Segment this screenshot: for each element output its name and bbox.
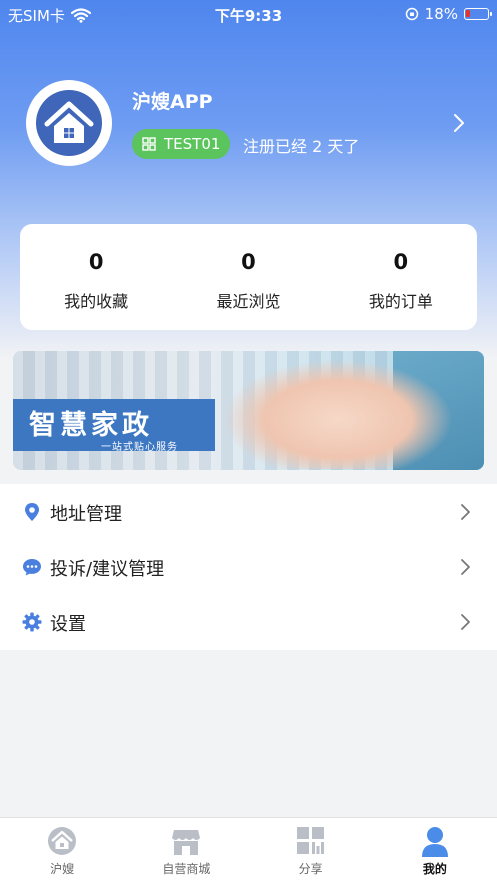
banner-subtitle: 一站式贴心服务 — [101, 442, 178, 453]
stats-card: 0 我的收藏 0 最近浏览 0 我的订单 — [20, 224, 477, 330]
menu-item-settings[interactable]: 设置 — [0, 594, 497, 649]
user-code: TEST01 — [164, 135, 221, 153]
tab-label: 沪嫂 — [50, 862, 75, 876]
menu-label: 投诉/建议管理 — [50, 559, 165, 580]
grid-icon — [142, 137, 156, 151]
profile-chevron-right-icon[interactable] — [452, 113, 466, 133]
battery-level — [466, 10, 470, 17]
status-bar: 无SIM卡 下午9:33 18% — [0, 0, 497, 28]
menu-label: 地址管理 — [50, 504, 122, 525]
stat-value: 0 — [393, 250, 409, 274]
battery-percent: 18% — [424, 5, 458, 23]
status-right: 18% — [405, 5, 492, 23]
settings-menu: 地址管理 投诉/建议管理 设置 — [0, 484, 497, 650]
user-code-badge: TEST01 — [132, 129, 231, 159]
chevron-right-icon — [461, 559, 470, 575]
avatar[interactable] — [26, 80, 112, 166]
tab-home[interactable]: 沪嫂 — [0, 818, 124, 883]
person-icon — [421, 827, 448, 857]
banner-title: 智慧家政 — [29, 410, 153, 441]
stat-value: 0 — [88, 250, 104, 274]
menu-item-complaints[interactable]: 投诉/建议管理 — [0, 539, 497, 594]
registration-text: 注册已经 2 天了 — [243, 137, 360, 156]
tab-label: 分享 — [298, 862, 323, 876]
orientation-lock-icon — [405, 7, 418, 21]
promo-banner[interactable]: 智慧家政 一站式贴心服务 — [13, 351, 484, 470]
profile-name: 沪嫂APP — [132, 91, 213, 113]
stat-value: 0 — [241, 250, 256, 274]
stat-label: 最近浏览 — [216, 292, 281, 311]
location-pin-icon — [25, 503, 39, 521]
chevron-right-icon — [461, 504, 470, 520]
banner-hands-image — [223, 359, 453, 469]
menu-label: 设置 — [50, 614, 86, 635]
app-logo-icon — [36, 90, 102, 156]
stat-label: 我的收藏 — [64, 292, 129, 311]
stat-favorites[interactable]: 0 我的收藏 — [20, 224, 172, 330]
grid-icon — [296, 827, 324, 854]
stat-recent[interactable]: 0 最近浏览 — [172, 224, 324, 330]
menu-item-address[interactable]: 地址管理 — [0, 484, 497, 539]
tab-mine[interactable]: 我的 — [373, 818, 497, 883]
stat-label: 我的订单 — [368, 292, 433, 311]
gear-icon — [22, 612, 42, 632]
tab-store[interactable]: 自营商城 — [124, 818, 248, 883]
battery-icon — [464, 8, 492, 20]
chevron-right-icon — [461, 614, 470, 630]
stat-orders[interactable]: 0 我的订单 — [325, 224, 477, 330]
tab-share[interactable]: 分享 — [249, 818, 373, 883]
chat-bubble-icon — [23, 559, 41, 576]
store-icon — [172, 830, 201, 855]
bottom-tab-bar: 沪嫂 自营商城 分享 我的 — [0, 817, 497, 883]
home-icon — [48, 827, 77, 855]
tab-label: 我的 — [422, 862, 447, 876]
tab-label: 自营商城 — [162, 862, 211, 876]
